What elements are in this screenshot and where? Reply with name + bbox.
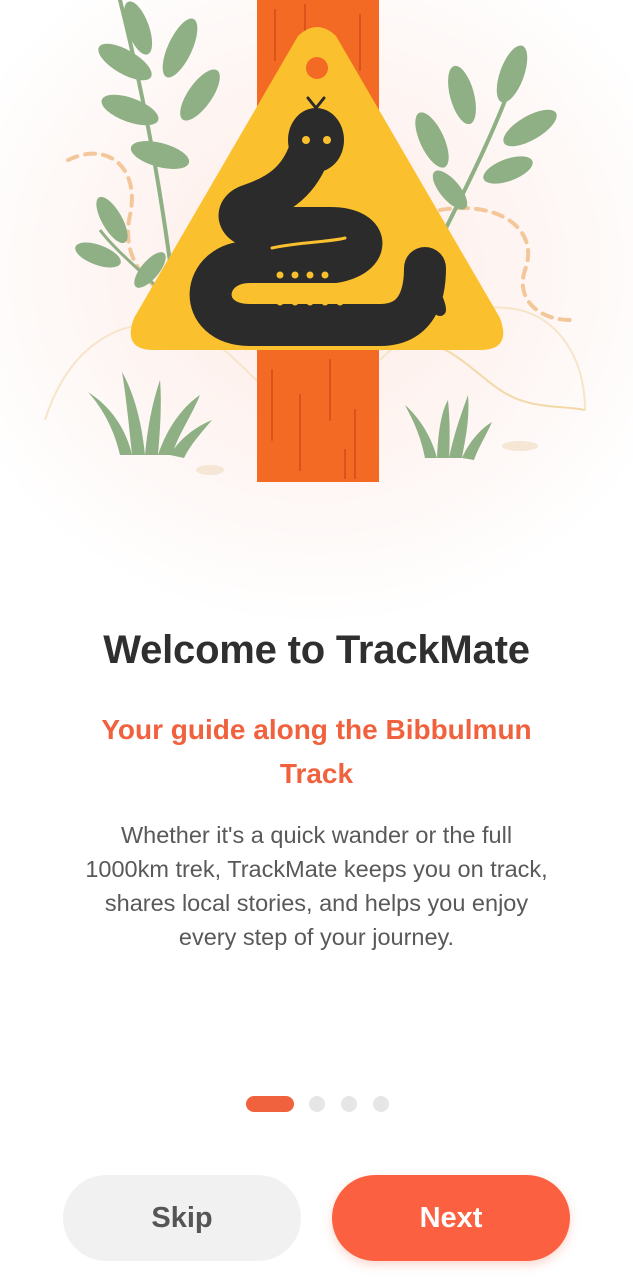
page-subtitle: Your guide along the Bibbulmun Track — [101, 714, 532, 789]
page-description: Whether it's a quick wander or the full … — [85, 822, 548, 950]
skip-button[interactable]: Skip — [63, 1175, 301, 1261]
page-indicator-dot-active[interactable] — [246, 1096, 294, 1112]
left-grass-icon — [88, 372, 212, 458]
page-indicator-dot[interactable] — [373, 1096, 389, 1112]
right-grass-icon — [405, 395, 492, 460]
onboarding-screen: Welcome to TrackMate Your guide along th… — [0, 0, 633, 1280]
next-button[interactable]: Next — [332, 1175, 570, 1261]
page-indicator-dot[interactable] — [309, 1096, 325, 1112]
page-indicator-dot[interactable] — [341, 1096, 357, 1112]
snake-warning-sign-icon — [44, 0, 586, 482]
page-indicator — [0, 1096, 633, 1112]
hero-illustration — [0, 0, 633, 620]
page-title: Welcome to TrackMate — [103, 628, 530, 672]
